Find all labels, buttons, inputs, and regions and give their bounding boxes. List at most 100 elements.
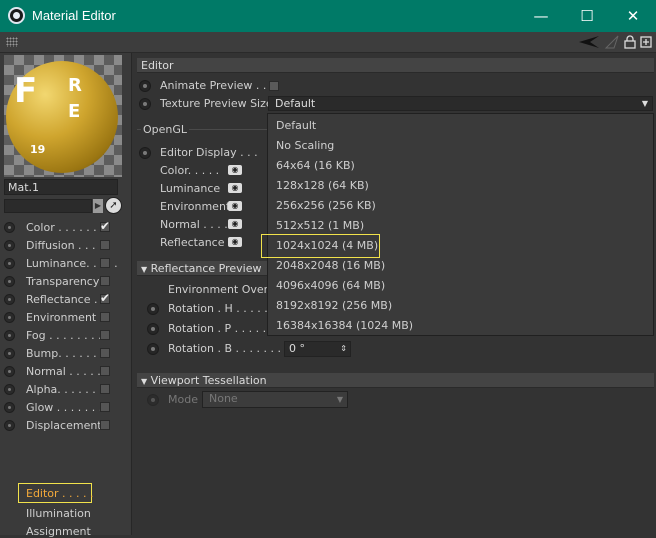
rotation-p-radio[interactable] <box>147 323 159 335</box>
channel-item[interactable]: Normal . . . . . . <box>4 363 128 381</box>
rotation-h-radio[interactable] <box>147 303 159 315</box>
material-preview[interactable]: F R E 19 <box>4 55 122 177</box>
dropdown-option[interactable]: 256x256 (256 KB) <box>276 199 376 212</box>
dropdown-option[interactable]: 8192x8192 (256 MB) <box>276 299 392 312</box>
toolbar-icons <box>578 34 652 50</box>
opengl-separator <box>137 129 141 130</box>
channel-checkbox[interactable] <box>100 291 110 305</box>
viewport-tessellation-header[interactable]: ▼ Viewport Tessellation <box>137 373 654 388</box>
chevron-down-icon: ▼ <box>641 99 648 108</box>
toolbar <box>0 32 656 53</box>
channel-radio[interactable] <box>4 366 15 377</box>
channel-radio[interactable] <box>4 402 15 413</box>
title-bar: Material Editor — ☐ ✕ <box>0 0 656 32</box>
dropdown-option[interactable]: 16384x16384 (1024 MB) <box>276 319 413 332</box>
close-button[interactable]: ✕ <box>610 0 656 32</box>
eye-icon[interactable]: ◉ <box>228 219 242 229</box>
rotation-b-input[interactable]: 0 ° ⇕ <box>284 341 351 357</box>
channel-checkbox[interactable] <box>100 330 110 340</box>
cinema4d-app-icon <box>8 7 25 24</box>
forward-arrow-icon[interactable] <box>604 35 620 49</box>
channel-radio[interactable] <box>4 276 15 287</box>
editor-display-radio[interactable] <box>139 147 151 159</box>
channel-checkbox[interactable] <box>100 219 110 233</box>
lock-icon[interactable] <box>624 35 636 49</box>
animate-preview-radio[interactable] <box>139 80 151 92</box>
texture-preview-size-select[interactable]: Default ▼ <box>268 96 653 111</box>
dropdown-option[interactable]: No Scaling <box>276 139 334 152</box>
option-highlight-box <box>261 234 380 258</box>
channel-radio[interactable] <box>4 258 15 269</box>
display-luminance-label: Luminance <box>160 182 221 195</box>
editor-group-header: Editor <box>137 58 654 73</box>
channel-radio[interactable] <box>4 330 15 341</box>
spinner-arrows-icon[interactable]: ⇕ <box>340 342 347 356</box>
channel-label: Alpha. . . . . . . . <box>26 383 110 396</box>
channel-item-editor[interactable]: Editor . . . . . <box>26 487 94 500</box>
channel-radio[interactable] <box>4 312 15 323</box>
animate-preview-checkbox[interactable] <box>269 81 279 91</box>
channel-filter-field[interactable] <box>4 199 92 213</box>
dropdown-option[interactable]: 512x512 (1 MB) <box>276 219 364 232</box>
back-arrow-icon[interactable] <box>578 35 600 49</box>
channel-item[interactable]: Alpha. . . . . . . . <box>4 381 128 399</box>
material-name-field[interactable]: Mat.1 <box>4 179 118 195</box>
maximize-button[interactable]: ☐ <box>564 0 610 32</box>
dropdown-option[interactable]: 64x64 (16 KB) <box>276 159 355 172</box>
channel-item[interactable]: Reflectance . . <box>4 291 128 309</box>
channel-item[interactable]: Displacement <box>4 417 128 435</box>
channel-item[interactable]: Fog . . . . . . . . . <box>4 327 128 345</box>
channel-item-illumination[interactable]: Illumination <box>26 507 91 520</box>
channel-radio[interactable] <box>4 222 15 233</box>
texture-size-dropdown-menu: Default No Scaling 64x64 (16 KB) 128x128 (6… <box>267 113 654 336</box>
dropdown-option[interactable]: 128x128 (64 KB) <box>276 179 369 192</box>
channel-item[interactable]: Transparency <box>4 273 128 291</box>
rotation-b-radio[interactable] <box>147 343 159 355</box>
channel-radio[interactable] <box>4 240 15 251</box>
channel-item[interactable]: Luminance. . . . . <box>4 255 128 273</box>
display-color-label: Color. . . . . <box>160 164 220 177</box>
channel-checkbox[interactable] <box>100 348 110 358</box>
channel-label: Environment <box>26 311 97 324</box>
channel-label: Diffusion . . . . . <box>26 239 110 252</box>
new-window-icon[interactable] <box>640 35 652 49</box>
channel-item[interactable]: Environment <box>4 309 128 327</box>
eye-icon[interactable]: ◉ <box>228 201 242 211</box>
channel-label: Bump. . . . . . . . <box>26 347 111 360</box>
channel-checkbox[interactable] <box>100 276 110 286</box>
channel-radio[interactable] <box>4 348 15 359</box>
channel-checkbox[interactable] <box>100 402 110 412</box>
channel-item[interactable]: Bump. . . . . . . . <box>4 345 128 363</box>
display-reflectance-label: Reflectance <box>160 236 225 249</box>
channel-checkbox[interactable] <box>100 366 110 376</box>
eye-icon[interactable]: ◉ <box>228 165 242 175</box>
editor-display-label: Editor Display . . . <box>160 146 258 159</box>
channel-item[interactable]: Diffusion . . . . . <box>4 237 128 255</box>
channel-checkbox[interactable] <box>100 312 110 322</box>
channel-checkbox[interactable] <box>100 420 110 430</box>
eye-icon[interactable]: ◉ <box>228 237 242 247</box>
minimize-button[interactable]: — <box>518 0 564 32</box>
grip-icon[interactable] <box>6 37 18 47</box>
display-environment-label: Environment <box>160 200 231 213</box>
texture-preview-size-radio[interactable] <box>139 98 151 110</box>
pick-cursor-icon[interactable]: ➚ <box>105 197 122 214</box>
channel-radio[interactable] <box>4 384 15 395</box>
channel-radio[interactable] <box>4 420 15 431</box>
eye-icon[interactable]: ◉ <box>228 183 242 193</box>
expand-arrow-icon[interactable]: ▶ <box>93 199 103 213</box>
tessellation-mode-radio[interactable] <box>147 394 159 406</box>
channel-checkbox[interactable] <box>100 258 110 268</box>
dropdown-option[interactable]: Default <box>276 119 316 132</box>
channel-checkbox[interactable] <box>100 384 110 394</box>
dropdown-option[interactable]: 4096x4096 (64 MB) <box>276 279 385 292</box>
channel-checkbox[interactable] <box>100 240 110 250</box>
dropdown-option[interactable]: 2048x2048 (16 MB) <box>276 259 385 272</box>
channel-label: Normal . . . . . . <box>26 365 108 378</box>
tessellation-mode-select[interactable]: None ▼ <box>202 391 348 408</box>
channel-label: Glow . . . . . . . . <box>26 401 110 414</box>
channel-item[interactable]: Glow . . . . . . . . <box>4 399 128 417</box>
channel-item[interactable]: Color . . . . . . . . <box>4 219 128 237</box>
channel-radio[interactable] <box>4 294 15 305</box>
channel-item-assignment[interactable]: Assignment <box>26 525 91 538</box>
